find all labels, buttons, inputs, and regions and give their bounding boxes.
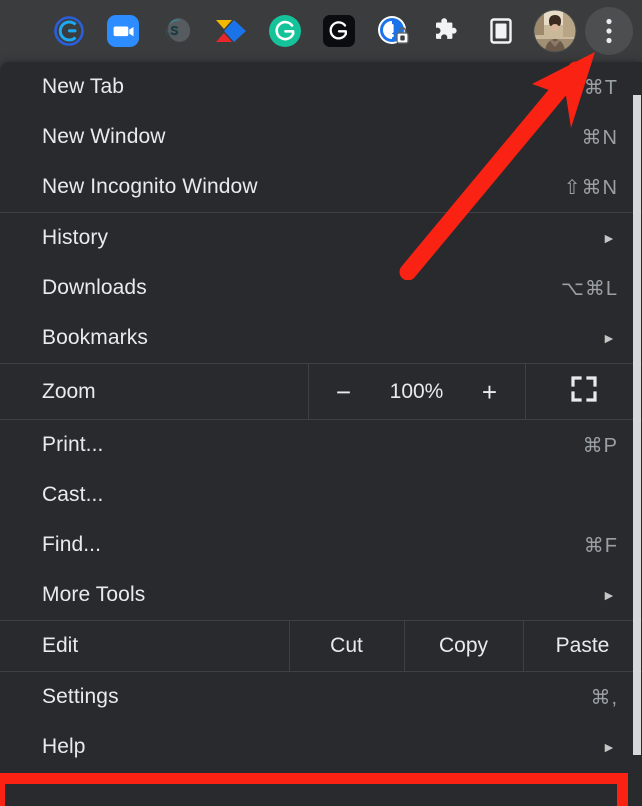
menu-item-shortcut: ⌘T [583, 76, 618, 99]
privacy-lock-icon[interactable] [366, 9, 420, 53]
browser-menu-screenshot: New Tab ⌘T New Window ⌘N New Incognito W… [0, 0, 642, 806]
menu-scrollbar[interactable] [633, 62, 642, 806]
edit-copy-label: Copy [438, 634, 489, 657]
cc-extension-icon[interactable] [42, 9, 96, 53]
profile-avatar[interactable] [528, 9, 582, 53]
menu-item-label: Downloads [42, 276, 147, 299]
menu-item-shortcut: ⌘P [582, 434, 618, 457]
menu-item-new-incognito-window[interactable]: New Incognito Window ⇧⌘N [0, 162, 642, 212]
menu-item-find[interactable]: Find... ⌘F [0, 520, 642, 570]
menu-item-settings[interactable]: Settings ⌘, [0, 672, 642, 722]
menu-item-label: More Tools [42, 583, 146, 606]
menu-item-label: New Window [42, 125, 166, 148]
menu-item-print[interactable]: Print... ⌘P [0, 420, 642, 470]
chrome-main-menu: New Tab ⌘T New Window ⌘N New Incognito W… [0, 62, 642, 806]
menu-item-label: Settings [42, 685, 119, 708]
zoom-in-button[interactable]: + [463, 379, 517, 405]
side-panel-icon[interactable] [474, 9, 528, 53]
chevron-right-icon: ► [602, 330, 616, 346]
menu-item-bookmarks[interactable]: Bookmarks ► [0, 313, 642, 363]
menu-item-new-window[interactable]: New Window ⌘N [0, 112, 642, 162]
edit-copy-button[interactable]: Copy [404, 621, 523, 671]
menu-item-help[interactable]: Help ► [0, 722, 642, 772]
menu-item-cast[interactable]: Cast... [0, 470, 642, 520]
edit-label-text: Edit [42, 634, 79, 657]
chevron-right-icon: ► [602, 739, 616, 755]
menu-item-label: Help [42, 735, 86, 758]
menu-item-shortcut: ⌘, [590, 686, 618, 709]
menu-item-shortcut: ⌘N [581, 126, 618, 149]
menu-item-shortcut: ⌘F [583, 534, 618, 557]
browser-toolbar [0, 0, 642, 62]
extensions-puzzle-icon[interactable] [420, 9, 474, 53]
zoom-out-button[interactable]: − [317, 379, 371, 405]
edit-cut-label: Cut [330, 634, 363, 657]
chrome-menu-kebab-icon[interactable] [582, 7, 636, 55]
menu-item-label: Find... [42, 533, 102, 556]
grammarly-dark-icon[interactable] [312, 9, 366, 53]
zoom-video-icon[interactable] [96, 9, 150, 53]
edit-cut-button[interactable]: Cut [289, 621, 404, 671]
settings-highlight-box [0, 773, 628, 806]
menu-item-label: History [42, 226, 109, 249]
zoom-level-value: 100% [389, 379, 444, 403]
grammarly-icon[interactable] [258, 9, 312, 53]
chevron-right-icon: ► [602, 587, 616, 603]
menu-item-downloads[interactable]: Downloads ⌥⌘L [0, 263, 642, 313]
menu-item-label: Bookmarks [42, 326, 148, 349]
menu-item-label: Print... [42, 433, 104, 456]
skype-like-icon[interactable] [150, 9, 204, 53]
menu-item-label: New Tab [42, 75, 125, 98]
menu-scrollbar-thumb[interactable] [633, 95, 641, 755]
chevron-right-icon: ► [602, 230, 616, 246]
menu-item-history[interactable]: History ► [0, 213, 642, 263]
menu-item-shortcut: ⇧⌘N [563, 176, 618, 199]
menu-item-label: New Incognito Window [42, 175, 258, 198]
zoom-controls: − 100% + [308, 364, 525, 419]
zoom-label: Zoom [0, 364, 308, 419]
edit-paste-label: Paste [555, 634, 610, 657]
zoom-label-text: Zoom [42, 379, 96, 403]
menu-item-new-tab[interactable]: New Tab ⌘T [0, 62, 642, 112]
edit-label: Edit [0, 621, 289, 671]
fullscreen-button[interactable] [525, 364, 642, 419]
fullscreen-icon [570, 375, 598, 408]
menu-item-label: Cast... [42, 483, 104, 506]
menu-row-edit: Edit Cut Copy Paste [0, 621, 642, 671]
menu-item-shortcut: ⌥⌘L [560, 277, 618, 300]
triangle-logo-icon[interactable] [204, 9, 258, 53]
edit-paste-button[interactable]: Paste [523, 621, 642, 671]
menu-item-more-tools[interactable]: More Tools ► [0, 570, 642, 620]
menu-row-zoom: Zoom − 100% + [0, 364, 642, 419]
